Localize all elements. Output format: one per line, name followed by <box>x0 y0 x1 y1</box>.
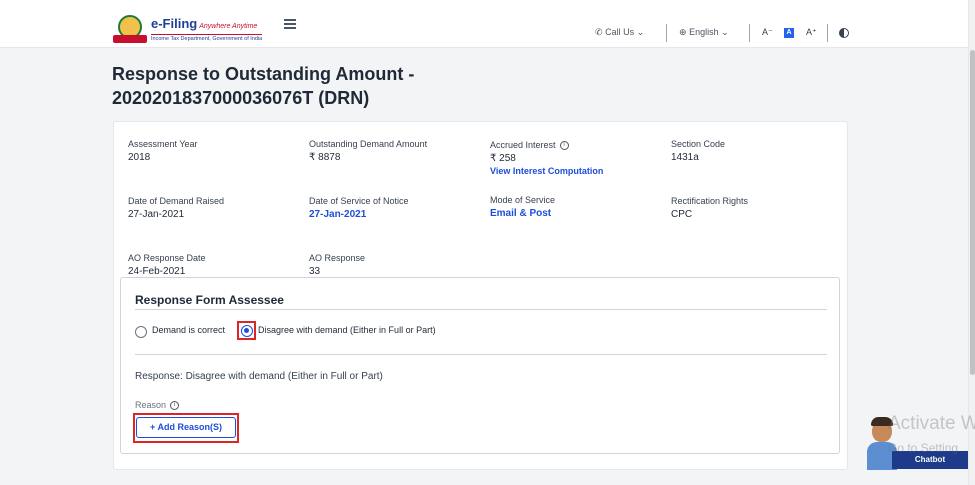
chevron-down-icon: ⌄ <box>636 27 645 37</box>
logo-tagline: Anywhere Anytime <box>199 23 258 30</box>
header-divider <box>827 24 828 42</box>
field-label: AO Response Date <box>128 253 206 263</box>
field-value: 1431a <box>671 152 699 163</box>
chatbot-button[interactable]: Chatbot <box>892 451 968 469</box>
globe-icon: ⊕ <box>679 27 687 37</box>
language-selector[interactable]: ⊕ English ⌄ <box>679 27 729 38</box>
mode-of-service-link[interactable]: Email & Post <box>490 207 555 220</box>
field-label: Assessment Year <box>128 139 198 149</box>
header-divider <box>749 24 750 42</box>
date-service-notice-link[interactable]: 27-Jan-2021 <box>309 208 409 221</box>
rectification-rights-field: Rectification Rights CPC <box>671 195 748 221</box>
add-reason-button[interactable]: + Add Reason(S) <box>136 417 236 438</box>
phone-icon: ✆ <box>595 27 603 37</box>
field-label: Accrued Interest <box>490 140 556 150</box>
field-value: 2018 <box>128 152 151 163</box>
language-label: English <box>689 27 719 37</box>
form-divider <box>135 309 827 310</box>
field-value: CPC <box>671 209 693 220</box>
field-value: ₹ 258 <box>490 153 516 164</box>
demand-correct-label[interactable]: Demand is correct <box>152 325 225 335</box>
field-label: Rectification Rights <box>671 196 749 206</box>
field-label: Date of Service of Notice <box>309 196 409 206</box>
ao-response-field: AO Response 33 <box>309 252 365 278</box>
ao-response-date-field: AO Response Date 24-Feb-2021 <box>128 252 206 278</box>
emblem-icon <box>113 14 147 46</box>
field-value: ₹ 8878 <box>309 152 341 163</box>
outstanding-demand-field: Outstanding Demand Amount ₹ 8878 <box>309 138 427 164</box>
page-scrollbar[interactable] <box>968 0 975 485</box>
top-header: e-Filing Anywhere Anytime Income Tax Depa… <box>0 0 968 48</box>
efiling-logo[interactable]: e-Filing Anywhere Anytime Income Tax Depa… <box>113 14 268 46</box>
selected-response-text: Response: Disagree with demand (Either i… <box>135 371 383 382</box>
page-title: Response to Outstanding Amount - 2020201… <box>112 64 415 108</box>
call-us-label: Call Us <box>605 27 635 37</box>
form-title: Response Form Assessee <box>135 293 284 307</box>
response-form-card: Response Form Assessee Demand is correct… <box>120 277 840 454</box>
date-service-notice-field: Date of Service of Notice 27-Jan-2021 <box>309 195 409 221</box>
chatbot-widget[interactable]: Chatbot <box>864 414 968 470</box>
info-icon[interactable]: i <box>170 401 180 411</box>
field-label: Date of Demand Raised <box>128 196 225 206</box>
logo-title: e-Filing Anywhere Anytime <box>151 16 258 31</box>
section-code-field: Section Code 1431a <box>671 138 725 164</box>
mode-of-service-field: Mode of Service Email & Post <box>490 194 555 220</box>
field-label: Section Code <box>671 139 726 149</box>
demand-correct-radio[interactable] <box>135 326 147 338</box>
header-divider <box>666 24 667 42</box>
font-default-button[interactable]: A <box>784 28 794 38</box>
view-interest-computation-link[interactable]: View Interest Computation <box>490 165 603 178</box>
font-increase-button[interactable]: A⁺ <box>806 27 817 38</box>
chevron-down-icon: ⌄ <box>721 27 729 37</box>
field-label: AO Response <box>309 253 366 263</box>
date-demand-raised-field: Date of Demand Raised 27-Jan-2021 <box>128 195 224 221</box>
call-us-menu[interactable]: ✆ Call Us ⌄ <box>595 27 644 38</box>
hamburger-menu-icon[interactable] <box>284 19 296 29</box>
field-value: 27-Jan-2021 <box>128 209 185 220</box>
info-icon[interactable]: i <box>559 141 569 151</box>
reason-label: Reason i <box>135 400 180 411</box>
logo-subtitle: Income Tax Department, Government of Ind… <box>151 34 263 42</box>
form-divider <box>135 354 827 355</box>
disagree-demand-label[interactable]: Disagree with demand (Either in Full or … <box>258 325 436 335</box>
field-label: Mode of Service <box>490 195 556 205</box>
reason-label-text: Reason <box>135 400 167 410</box>
scroll-thumb[interactable] <box>970 50 975 375</box>
contrast-icon[interactable] <box>839 28 849 38</box>
assessment-year-field: Assessment Year 2018 <box>128 138 198 164</box>
font-decrease-button[interactable]: A⁻ <box>762 27 773 38</box>
accrued-interest-field: Accrued Interest i ₹ 258 View Interest Co… <box>490 139 603 178</box>
field-label: Outstanding Demand Amount <box>309 139 428 149</box>
disagree-demand-radio[interactable] <box>241 325 253 337</box>
